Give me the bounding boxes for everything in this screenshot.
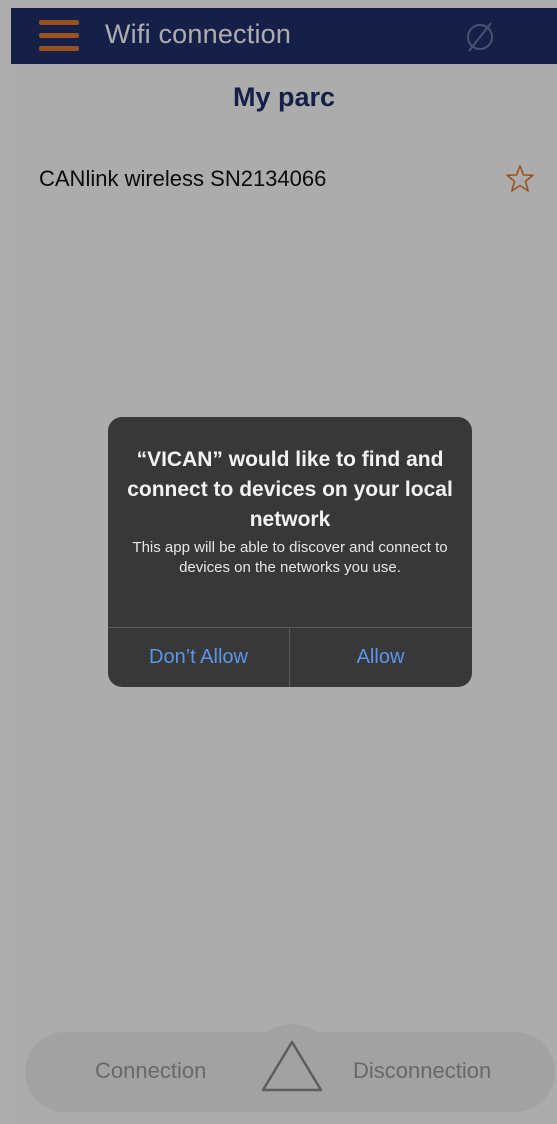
- permission-dialog: “VICAN” would like to find and connect t…: [108, 417, 472, 687]
- dialog-title: “VICAN” would like to find and connect t…: [127, 448, 453, 531]
- dont-allow-button[interactable]: Don’t Allow: [108, 628, 289, 687]
- allow-button[interactable]: Allow: [290, 628, 471, 687]
- dialog-message: This app will be able to discover and co…: [132, 539, 448, 576]
